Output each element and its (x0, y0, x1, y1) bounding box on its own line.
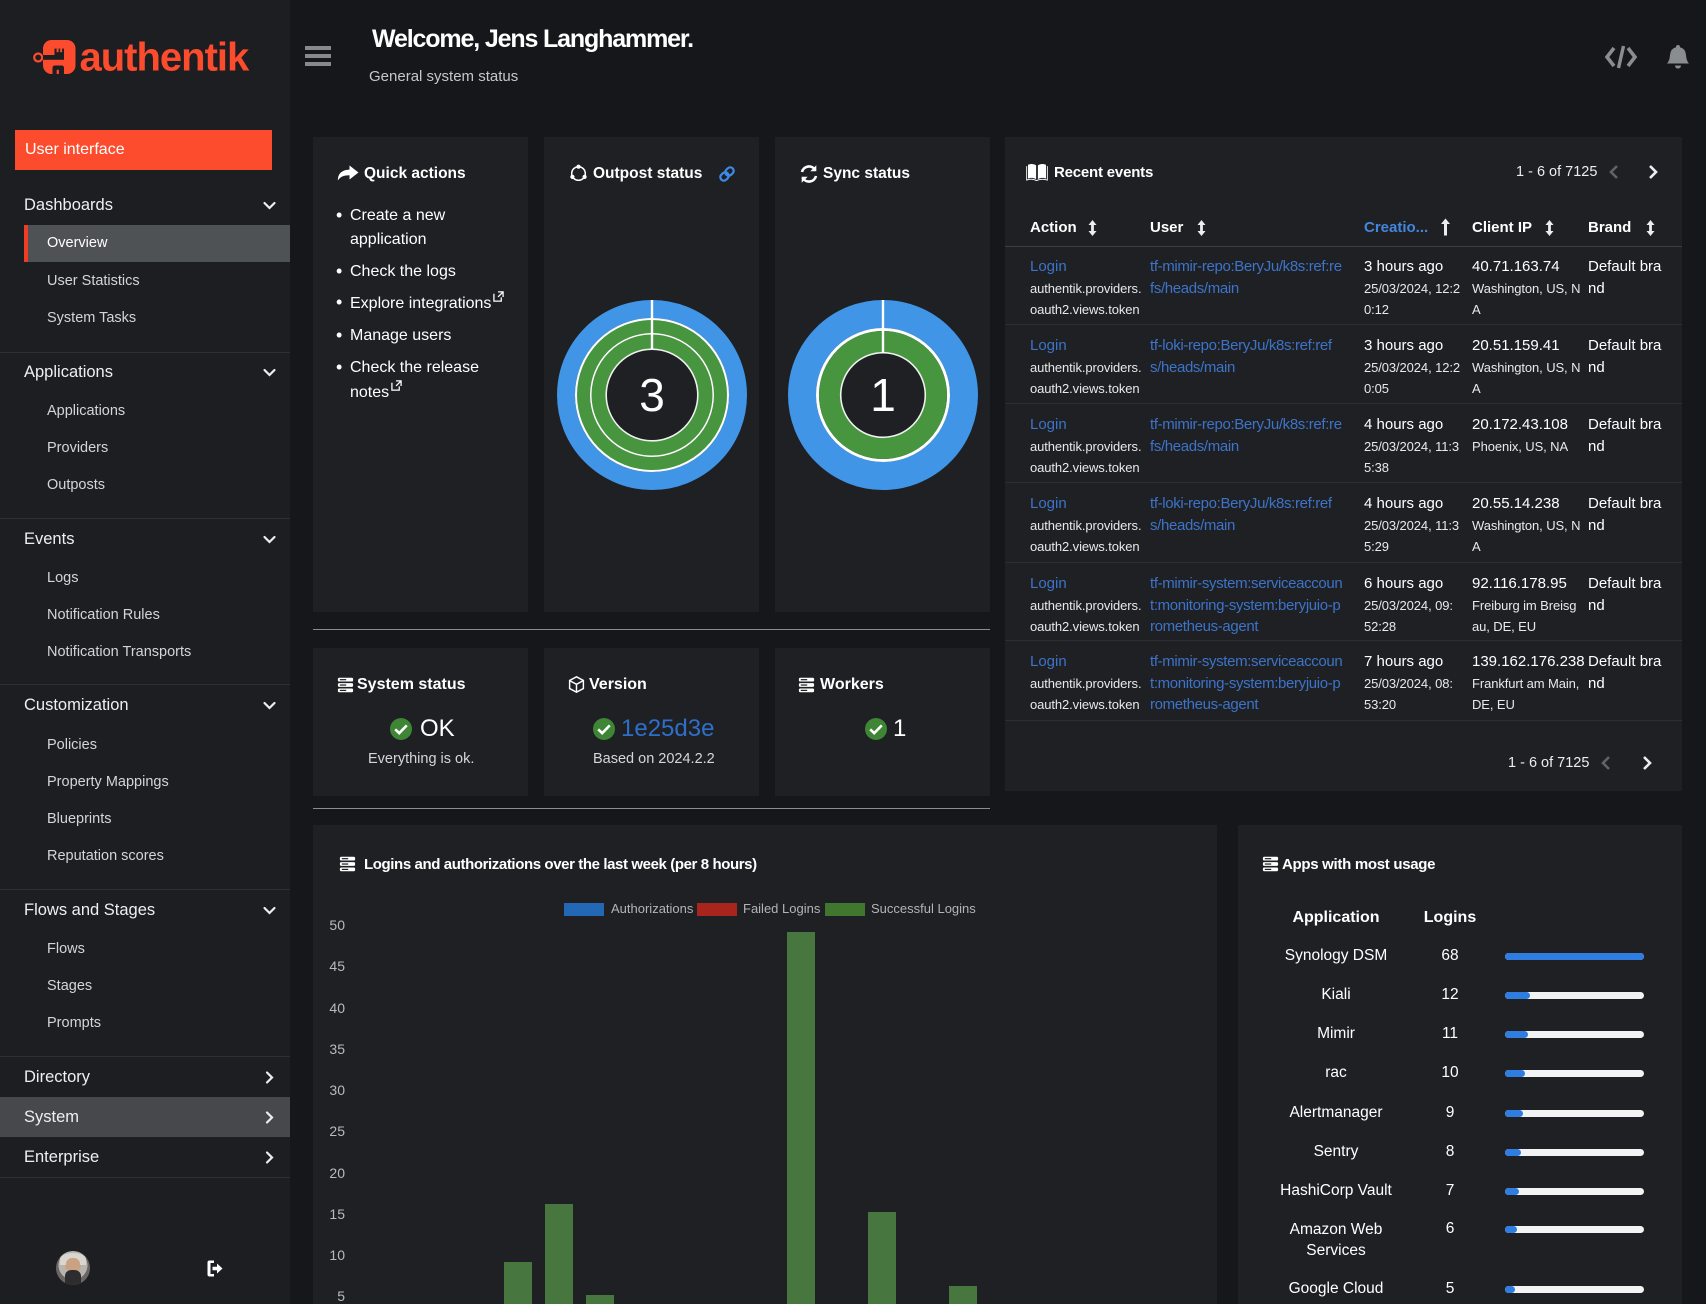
svg-text:3: 3 (639, 369, 665, 421)
svg-text:1: 1 (870, 369, 896, 421)
svg-text:authentik: authentik (80, 36, 251, 78)
